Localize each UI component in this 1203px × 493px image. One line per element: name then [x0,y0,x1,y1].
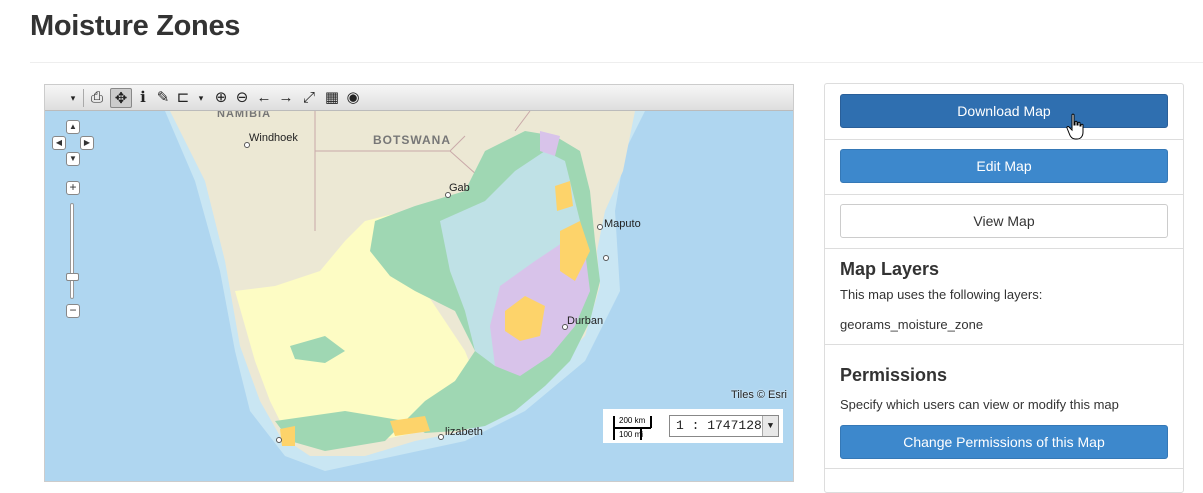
edit-map-button[interactable]: Edit Map [840,149,1168,183]
zoom-out-icon[interactable]: ⊖ [234,88,250,108]
dropdown-arrow-icon[interactable]: ▾ [65,88,81,108]
pan-icon[interactable]: ✥ [110,88,132,108]
map-attribution: Tiles © Esri [731,389,787,401]
globe-icon[interactable]: ◉ [345,88,361,108]
permissions-section: Permissions Specify which users can view… [825,345,1183,469]
botswana-label: BOTSWANA [373,133,451,147]
scale-km-label: 200 km [619,416,646,425]
map-actions-panel: Download Map Edit Map View Map Map Layer… [824,83,1184,493]
scale-box: 200 km 100 mi 1 : 17471285 ▼ [603,409,783,443]
zoom-slider-track[interactable] [70,203,74,299]
map-panel[interactable]: ▾ ⎙ ✥ ℹ ✎ ⊏ ▾ ⊕ ⊖ ← → ⤢ ▦ ◉ NAMIBIA Wind… [44,84,794,482]
download-map-button[interactable]: Download Map [840,94,1168,128]
scale-ratio-select[interactable]: 1 : 17471285 ▼ [669,415,779,437]
calendar-icon[interactable]: ▦ [324,88,340,108]
maputo-marker [597,224,603,230]
pan-left-button[interactable]: ◀ [52,136,66,150]
full-extent-icon[interactable]: ⤢ [301,88,317,108]
print-icon[interactable]: ⎙ [89,88,105,108]
download-row: Download Map [825,84,1183,140]
brush-icon[interactable]: ✎ [155,88,171,108]
view-row: View Map [825,195,1183,249]
permissions-description: Specify which users can view or modify t… [840,397,1119,412]
hand-cursor-icon [1066,113,1084,140]
scale-mi-label: 100 mi [619,430,644,439]
zoom-out-button[interactable]: − [66,304,80,318]
maputo-label: Maputo [604,218,641,230]
back-arrow-icon[interactable]: ← [256,88,272,108]
measure-dropdown-icon[interactable]: ▾ [193,88,209,108]
zone-orange-e [280,426,295,446]
permissions-title: Permissions [840,365,948,385]
title-divider [30,62,1203,63]
zoom-in-icon[interactable]: ⊕ [213,88,229,108]
chevron-down-icon[interactable]: ▼ [762,416,778,436]
zone-orange-c [555,181,573,211]
city-marker [603,255,609,261]
zoom-in-button[interactable]: + [66,181,80,195]
pan-right-button[interactable]: ▶ [80,136,94,150]
pan-up-button[interactable]: ▲ [66,120,80,134]
info-icon[interactable]: ℹ [135,88,151,108]
map-toolbar: ▾ ⎙ ✥ ℹ ✎ ⊏ ▾ ⊕ ⊖ ← → ⤢ ▦ ◉ [45,85,793,111]
measure-icon[interactable]: ⊏ [175,88,191,108]
layers-description: This map uses the following layers: [840,287,1043,302]
zoom-slider-thumb[interactable] [66,273,79,281]
forward-arrow-icon[interactable]: → [278,88,294,108]
scale-line [613,427,651,429]
scale-ratio-value: 1 : 17471285 [676,418,770,433]
durban-label: Durban [567,315,603,327]
layer-name: georams_moisture_zone [840,317,984,332]
layers-section: Map Layers This map uses the following l… [825,249,1183,345]
pan-down-button[interactable]: ▼ [66,152,80,166]
port-elizabeth-label: lizabeth [445,426,483,438]
cape-town-marker [276,437,282,443]
port-elizabeth-marker [438,434,444,440]
view-map-button[interactable]: View Map [840,204,1168,238]
scale-bar: 200 km 100 mi [608,413,656,440]
layers-title: Map Layers [840,259,940,279]
page-title: Moisture Zones [30,10,241,42]
change-permissions-button[interactable]: Change Permissions of this Map [840,425,1168,459]
edit-row: Edit Map [825,140,1183,195]
windhoek-label: Windhoek [249,132,298,144]
namibia-label: NAMIBIA [217,111,271,120]
gaborone-label: Gab [449,182,470,194]
toolbar-divider [83,89,84,107]
